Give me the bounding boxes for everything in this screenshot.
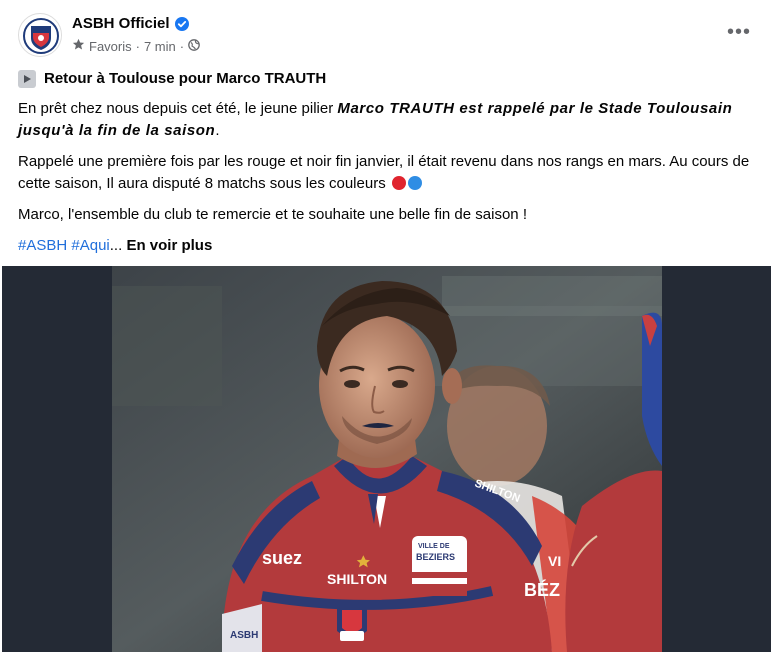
- page-avatar[interactable]: [18, 13, 62, 57]
- verified-badge-icon: [174, 16, 189, 31]
- post-paragraph-2: Rappelé une première fois par les rouge …: [18, 151, 758, 195]
- facebook-post: ASBH Officiel Favoris · 7 min · ••• Reto…: [0, 0, 771, 652]
- paragraph-2-text: Rappelé une première fois par les rouge …: [18, 153, 750, 192]
- jersey-sleeve-text: ASBH: [230, 630, 258, 641]
- post-title: Retour à Toulouse pour Marco TRAUTH: [44, 70, 327, 87]
- jersey-sponsor: suez: [262, 548, 302, 568]
- jersey-badge-top: VILLE DE: [418, 543, 450, 550]
- ellipsis: ...: [109, 237, 123, 254]
- red-circle-emoji: [391, 176, 406, 190]
- post-photo-container[interactable]: VILLE DE BEZIERS ASBH suez SHILTON SHILT…: [2, 266, 771, 652]
- paragraph-1-suffix: .: [215, 122, 220, 139]
- side-player-text-top: VI: [548, 553, 561, 569]
- audience-label[interactable]: Favoris: [89, 39, 132, 54]
- post-text: Retour à Toulouse pour Marco TRAUTH En p…: [18, 68, 758, 266]
- more-options-icon[interactable]: •••: [721, 14, 757, 50]
- blue-circle-emoji: [407, 176, 422, 190]
- paragraph-1-prefix: En prêt chez nous depuis cet été, le jeu…: [18, 100, 338, 117]
- post-paragraph-3: Marco, l'ensemble du club te remercie et…: [18, 206, 527, 223]
- page-name-text[interactable]: ASBH Officiel: [72, 15, 170, 32]
- play-icon: [18, 70, 36, 88]
- star-icon: [72, 38, 85, 54]
- globe-icon[interactable]: [188, 38, 200, 54]
- post-header: ASBH Officiel Favoris · 7 min · •••: [0, 0, 771, 64]
- hashtag-asbh[interactable]: #ASBH: [18, 237, 67, 254]
- post-paragraph-1: En prêt chez nous depuis cet été, le jeu…: [18, 98, 758, 142]
- side-player-text: BÉZ: [524, 579, 560, 600]
- post-meta: Favoris · 7 min ·: [72, 38, 200, 54]
- jersey-badge-city: BEZIERS: [416, 552, 455, 562]
- meta-separator-2: ·: [179, 38, 185, 54]
- meta-separator: ·: [135, 38, 140, 54]
- jersey-brand: SHILTON: [327, 571, 387, 587]
- post-photo[interactable]: VILLE DE BEZIERS ASBH suez SHILTON SHILT…: [112, 266, 662, 652]
- post-title-line: Retour à Toulouse pour Marco TRAUTH: [18, 68, 758, 90]
- hashtag-aqui[interactable]: #Aqui: [71, 237, 109, 254]
- page-name[interactable]: ASBH Officiel: [72, 15, 189, 32]
- post-hashtags: #ASBH #Aqui... En voir plus: [18, 235, 758, 257]
- see-more-link[interactable]: En voir plus: [126, 237, 212, 254]
- post-time[interactable]: 7 min: [144, 39, 176, 54]
